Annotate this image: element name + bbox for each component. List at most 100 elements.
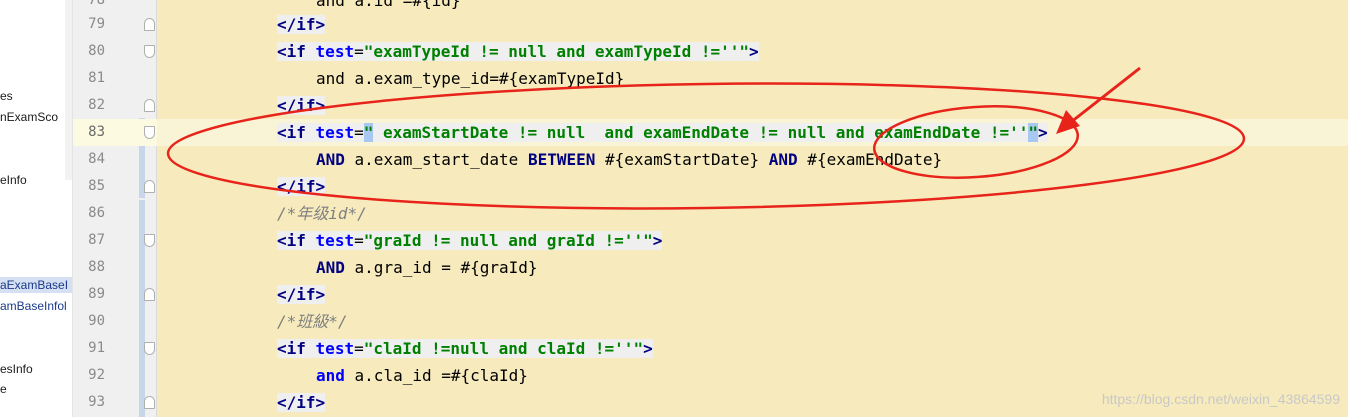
xml-tag: <if	[277, 339, 306, 358]
gutter-line: 79	[73, 11, 157, 38]
tree-item[interactable]: eInfo	[0, 172, 27, 188]
fold-icon[interactable]	[144, 342, 155, 355]
watermark-text: https://blog.csdn.net/weixin_43864599	[1101, 391, 1340, 407]
xml-attr: test	[315, 42, 355, 61]
code-line[interactable]: </if>	[157, 173, 1348, 200]
fold-icon[interactable]	[144, 180, 155, 193]
sql-keyword: AND	[316, 150, 345, 169]
tree-item[interactable]: es	[0, 88, 13, 104]
tree-item-label: eInfo	[0, 173, 27, 187]
sql-text: a.gra_id = #{graId}	[344, 258, 538, 277]
code-line[interactable]: </if>	[157, 281, 1348, 308]
gutter-line: 86	[73, 200, 157, 227]
tree-item-label: amBaseInfol	[0, 299, 67, 313]
fold-icon[interactable]	[144, 288, 155, 301]
tree-item[interactable]: nExamSco	[0, 109, 58, 125]
fold-icon[interactable]	[144, 126, 155, 139]
tree-item-selected[interactable]: aExamBaseI	[0, 277, 72, 293]
tree-scroll-strip	[65, 0, 72, 180]
xml-tag: <if	[277, 123, 306, 142]
line-number: 85	[88, 178, 105, 194]
xml-tag: <if	[277, 231, 306, 250]
gutter-line: 82	[73, 92, 157, 119]
fold-icon[interactable]	[144, 99, 155, 112]
code-line-current[interactable]: <if test=" examStartDate != null and exa…	[157, 119, 1348, 146]
sql-text: #{examEndDate}	[797, 150, 943, 169]
sql-text: #{examStartDate}	[595, 150, 769, 169]
xml-attr: test	[315, 231, 355, 250]
sql-keyword: AND	[768, 150, 798, 169]
xml-quote-highlight: "	[1028, 123, 1039, 142]
code-line[interactable]: /*班級*/	[157, 308, 1348, 335]
xml-close-tag: </if>	[277, 285, 326, 304]
sql-text: and a.id =#{id}	[316, 0, 461, 10]
code-line[interactable]: AND a.gra_id = #{graId}	[157, 254, 1348, 281]
fold-icon[interactable]	[144, 234, 155, 247]
sql-comment: /*班級*/	[277, 312, 348, 331]
sql-keyword: BETWEEN	[527, 150, 596, 169]
code-line[interactable]: /*年级id*/	[157, 200, 1348, 227]
line-number: 79	[88, 16, 105, 32]
gutter-line: 88	[73, 254, 157, 281]
line-number: 88	[88, 259, 105, 275]
fold-icon[interactable]	[144, 45, 155, 58]
code-line[interactable]: and a.cla_id =#{claId}	[157, 362, 1348, 389]
code-line[interactable]: </if>	[157, 92, 1348, 119]
tree-item[interactable]: esInfo	[0, 361, 33, 377]
code-editor[interactable]: and a.id =#{id} </if> <if test="examType…	[157, 0, 1348, 417]
line-number: 82	[88, 97, 105, 113]
gutter-line: 90	[73, 308, 157, 335]
line-number: 81	[88, 70, 105, 86]
xml-attr-value: "graId != null and graId !=''"	[363, 231, 653, 250]
line-number: 89	[88, 286, 105, 302]
line-number: 87	[88, 232, 105, 248]
tree-item[interactable]: amBaseInfol	[0, 298, 67, 314]
xml-tag-close: >	[749, 42, 759, 61]
fold-icon[interactable]	[144, 396, 155, 409]
xml-close-tag: </if>	[277, 393, 326, 412]
sql-text: and a.exam_type_id=#{examTypeId}	[316, 69, 625, 88]
tree-item[interactable]: e	[0, 381, 7, 397]
code-line[interactable]: AND a.exam_start_date BETWEEN #{examStar…	[157, 146, 1348, 173]
xml-attr-value: examStartDate != null and examEndDate !=…	[373, 123, 1029, 142]
tree-item-label: e	[0, 382, 7, 396]
xml-close-tag: </if>	[277, 177, 326, 196]
tree-item-label: aExamBaseI	[0, 278, 69, 292]
xml-eq: =	[354, 231, 364, 250]
gutter-line: 92	[73, 362, 157, 389]
xml-attr: test	[315, 339, 355, 358]
xml-eq: =	[354, 339, 364, 358]
xml-eq: =	[354, 123, 364, 142]
gutter-line-current: 83	[73, 119, 157, 146]
xml-tag: <if	[277, 42, 306, 61]
gutter-line: 84	[73, 146, 157, 173]
tree-item-label: esInfo	[0, 362, 33, 376]
line-number: 86	[88, 205, 105, 221]
xml-attr-value: "claId !=null and claId !=''"	[363, 339, 644, 358]
code-line[interactable]: <if test="examTypeId != null and examTyp…	[157, 38, 1348, 65]
xml-attr: test	[315, 123, 355, 142]
project-tree-panel: es nExamSco eInfo aExamBaseI amBaseInfol…	[0, 0, 73, 417]
line-number: 84	[88, 151, 105, 167]
gutter-line: 93	[73, 389, 157, 416]
line-number: 91	[88, 340, 105, 356]
xml-attr-value: "examTypeId != null and examTypeId !=''"	[363, 42, 750, 61]
line-number: 90	[88, 313, 105, 329]
xml-quote-highlight: "	[363, 123, 374, 142]
gutter-line: 80	[73, 38, 157, 65]
code-line[interactable]: <if test="claId !=null and claId !=''">	[157, 335, 1348, 362]
editor-gutter: 78 79 80 81 82 83 84 85 86 87 88 89 90 9…	[73, 0, 157, 417]
tree-item-label: es	[0, 89, 13, 103]
code-line[interactable]: <if test="graId != null and graId !=''">	[157, 227, 1348, 254]
code-line[interactable]: and a.exam_type_id=#{examTypeId}	[157, 65, 1348, 92]
sql-text: a.exam_start_date	[344, 150, 528, 169]
gutter-line: 85	[73, 173, 157, 200]
xml-tag-close: >	[1038, 123, 1048, 142]
line-number: 83	[88, 124, 105, 140]
code-line[interactable]: </if>	[157, 11, 1348, 38]
sql-comment: /*年级id*/	[277, 204, 367, 223]
fold-icon[interactable]	[144, 18, 155, 31]
gutter-line: 89	[73, 281, 157, 308]
xml-tag-close: >	[652, 231, 663, 250]
xml-eq: =	[354, 42, 364, 61]
